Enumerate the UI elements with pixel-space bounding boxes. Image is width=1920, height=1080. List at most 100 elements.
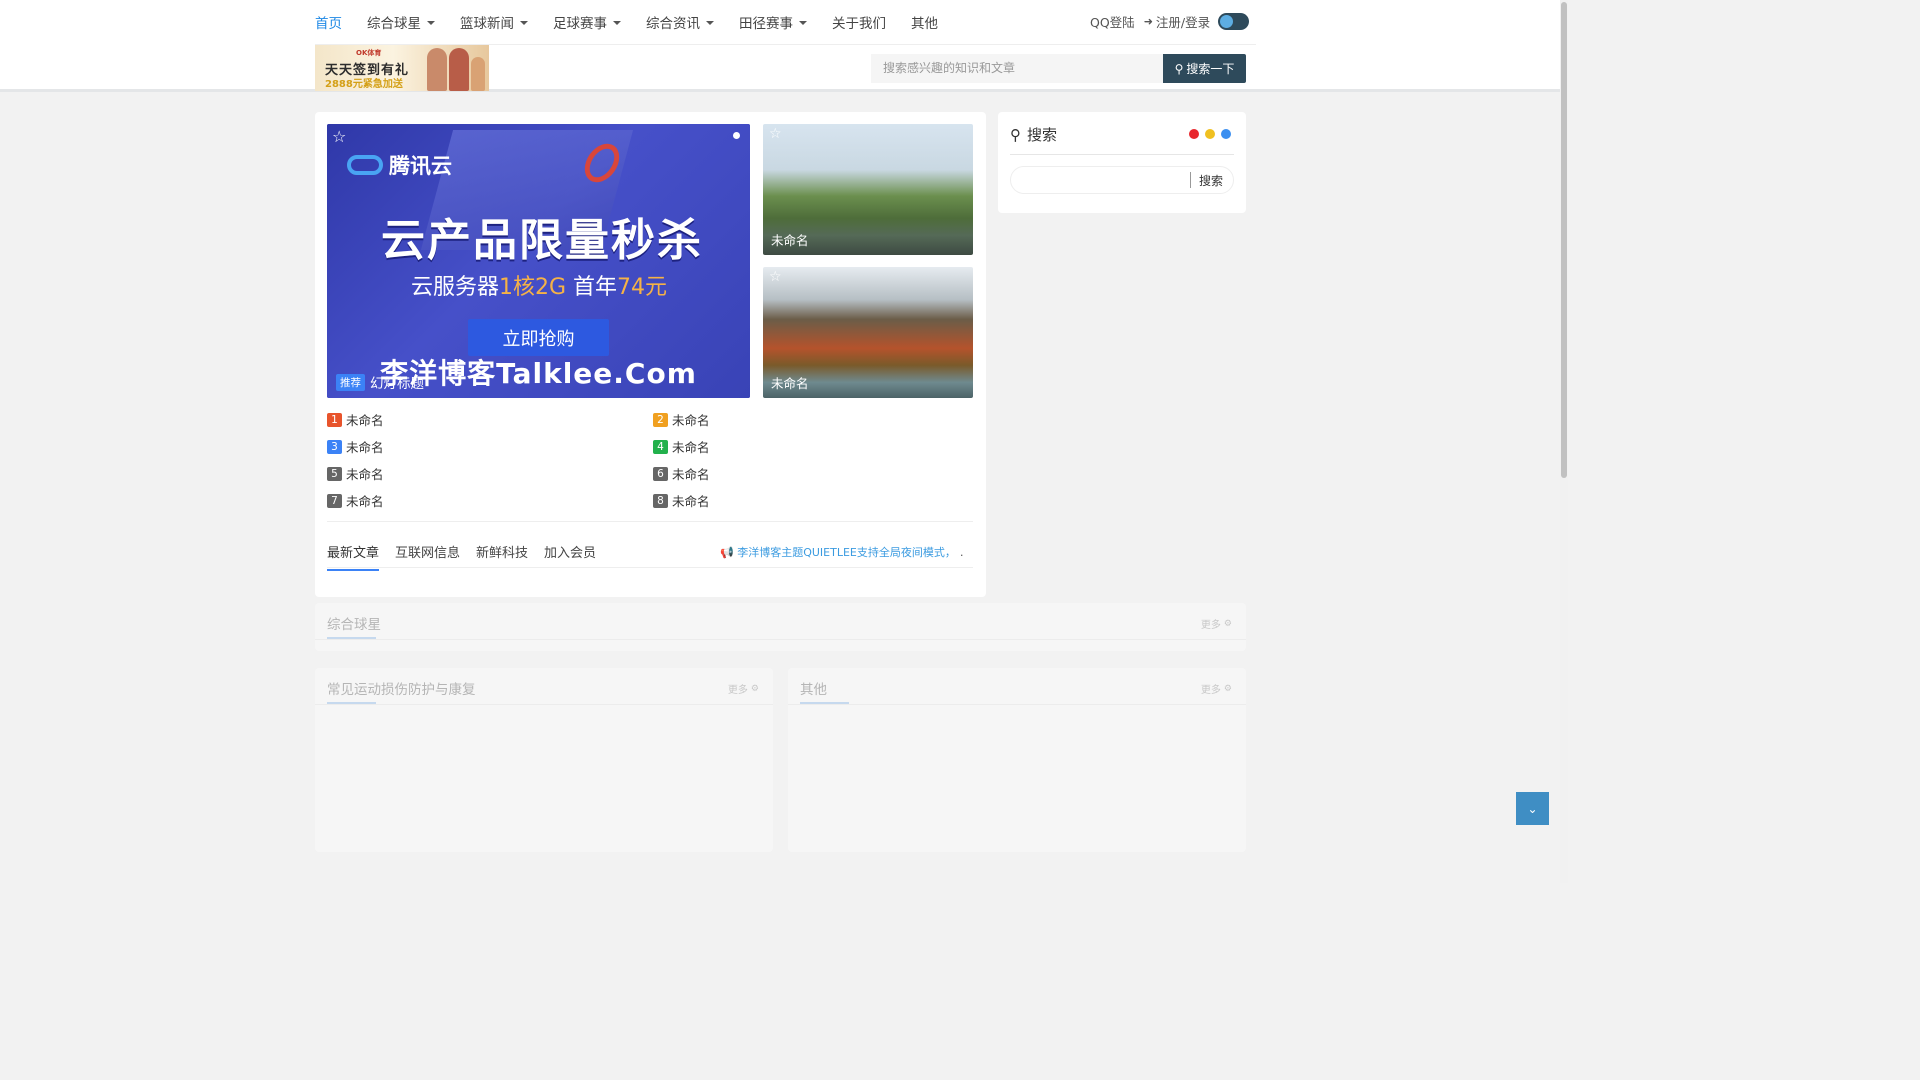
search-icon: ⚲ (1010, 125, 1021, 144)
nav-label: 篮球新闻 (460, 16, 514, 32)
scrollbar-thumb[interactable] (1561, 2, 1567, 478)
side-image-card[interactable]: ☆ 未命名 (763, 124, 973, 255)
input-separator (1190, 172, 1191, 188)
more-link[interactable]: 更多 ⚙ (727, 681, 759, 697)
star-icon[interactable]: ☆ (769, 126, 782, 142)
nav-item-football[interactable]: 足球赛事 (553, 12, 621, 32)
nav-label: 综合球星 (367, 16, 421, 32)
slide-title[interactable]: 幻灯标题 (370, 372, 424, 392)
banner-person-figure (449, 48, 469, 91)
nav-item-athletics[interactable]: 田径赛事 (739, 12, 807, 32)
nav-label: 其他 (911, 16, 938, 32)
buy-now-button[interactable]: 立即抢购 (468, 319, 609, 356)
divider (788, 704, 1246, 705)
list-item[interactable]: 1 未命名 (327, 410, 384, 429)
notice-ticker[interactable]: 📢 李洋博客主题QUIETLEE支持全局夜间模式， … (714, 544, 964, 560)
list-item[interactable]: 3 未命名 (327, 437, 384, 456)
nav-label: 首页 (315, 16, 342, 32)
site-header: 首页 综合球星 篮球新闻 足球赛事 综合资讯 田径赛事 关于我们 其他 QQ登陆… (0, 0, 1560, 92)
nav-item-news[interactable]: 综合资讯 (646, 12, 714, 32)
category-section: 其他 更多 ⚙ (788, 668, 1246, 852)
tencent-cloud-logo: 腾讯云 (347, 150, 452, 180)
rank-badge: 3 (327, 439, 342, 454)
widget-search-button[interactable]: 搜索 (1199, 172, 1223, 189)
list-item[interactable]: 8 未命名 (653, 491, 710, 510)
main-nav: 首页 综合球星 篮球新闻 足球赛事 综合资讯 田径赛事 关于我们 其他 (315, 0, 963, 44)
logo-text: 腾讯云 (389, 154, 452, 178)
chevron-down-icon: ⌄ (1527, 801, 1538, 816)
list-item[interactable]: 7 未命名 (327, 491, 384, 510)
nav-item-other[interactable]: 其他 (911, 12, 938, 32)
list-item-title: 未命名 (346, 413, 384, 428)
more-label: 更多 (727, 685, 748, 696)
header-search-button[interactable]: ⚲ 搜索一下 (1163, 54, 1246, 83)
register-login-link[interactable]: 注册/登录 (1156, 12, 1210, 31)
divider (1010, 154, 1234, 155)
side-image-card[interactable]: ☆ 未命名 (763, 267, 973, 398)
divider (315, 639, 1246, 640)
header-search-input[interactable]: 搜索感兴趣的知识和文章 (871, 54, 1163, 83)
side-image-caption: 未命名 (771, 376, 809, 391)
category-section: 综合球星 更多 ⚙ (315, 603, 1246, 651)
featured-card: 腾讯云 云产品限量秒杀 云服务器1核2G 首年74元 立即抢购 李洋博客Talk… (315, 112, 986, 597)
list-item-title: 未命名 (346, 467, 384, 482)
notice-ellipsis: … (960, 546, 964, 559)
list-item-title: 未命名 (346, 440, 384, 455)
scroll-down-button[interactable]: ⌄ (1516, 792, 1549, 825)
slide-headline: 云产品限量秒杀 (381, 215, 703, 266)
nav-item-about[interactable]: 关于我们 (832, 12, 886, 32)
widget-title: ⚲ 搜索 (1010, 124, 1057, 145)
nav-item-home[interactable]: 首页 (315, 12, 342, 32)
list-item[interactable]: 6 未命名 (653, 464, 710, 483)
search-button-label: 搜索一下 (1186, 62, 1235, 76)
list-item-title: 未命名 (672, 467, 710, 482)
qq-login-link[interactable]: QQ登陆 (1090, 12, 1135, 31)
red-dot-icon (1189, 129, 1199, 139)
section-title[interactable]: 常见运动损伤防护与康复 (327, 678, 476, 698)
gear-icon: ⚙ (750, 683, 759, 694)
nav-item-players[interactable]: 综合球星 (367, 12, 435, 32)
subline-prefix: 云服务器 (410, 275, 499, 300)
list-item-title: 未命名 (346, 494, 384, 509)
rank-badge: 5 (327, 466, 342, 481)
recommend-badge: 推荐 (336, 373, 365, 391)
search-widget: ⚲ 搜索 搜索 (998, 112, 1246, 213)
star-icon[interactable]: ☆ (769, 269, 782, 285)
rank-badge: 2 (653, 412, 668, 427)
image-slider[interactable]: 腾讯云 云产品限量秒杀 云服务器1核2G 首年74元 立即抢购 李洋博客Talk… (327, 124, 750, 398)
dark-mode-toggle[interactable] (1218, 12, 1250, 30)
more-link[interactable]: 更多 ⚙ (1200, 616, 1232, 632)
nav-label: 综合资讯 (646, 16, 700, 32)
nav-label: 足球赛事 (553, 16, 607, 32)
category-section: 常见运动损伤防护与康复 更多 ⚙ (315, 668, 773, 852)
page-scrollbar[interactable] (1560, 0, 1568, 883)
search-icon: ⚲ (1174, 61, 1184, 76)
list-item-title: 未命名 (672, 494, 710, 509)
section-title[interactable]: 综合球星 (327, 613, 381, 633)
divider (327, 521, 973, 522)
slider-pagination-dot[interactable] (733, 132, 740, 139)
ad-banner[interactable]: OK体育 天天签到有礼 2888元紧急加送 (315, 45, 489, 91)
slide-caption: 推荐 幻灯标题 (336, 372, 424, 392)
slide-subline: 云服务器1核2G 首年74元 (357, 269, 721, 301)
banner-person-figure (471, 57, 485, 91)
nav-item-basketball[interactable]: 篮球新闻 (460, 12, 528, 32)
rank-badge: 6 (653, 466, 668, 481)
nav-label: 田径赛事 (739, 16, 793, 32)
more-label: 更多 (1200, 620, 1221, 631)
divider (315, 704, 773, 705)
list-item[interactable]: 5 未命名 (327, 464, 384, 483)
rank-badge: 4 (653, 439, 668, 454)
banner-sub-text: 2888元紧急加送 (325, 79, 403, 90)
banner-person-figure (427, 48, 447, 91)
star-icon[interactable]: ☆ (332, 127, 346, 146)
side-image-caption: 未命名 (771, 233, 809, 248)
more-link[interactable]: 更多 ⚙ (1201, 681, 1232, 697)
yellow-dot-icon (1205, 129, 1215, 139)
rank-badge: 7 (327, 493, 342, 508)
cloud-logo-icon (347, 155, 383, 175)
section-title[interactable]: 其他 (800, 678, 827, 698)
list-item[interactable]: 2 未命名 (653, 410, 710, 429)
megaphone-icon: 📢 (720, 545, 738, 559)
list-item[interactable]: 4 未命名 (653, 437, 710, 456)
